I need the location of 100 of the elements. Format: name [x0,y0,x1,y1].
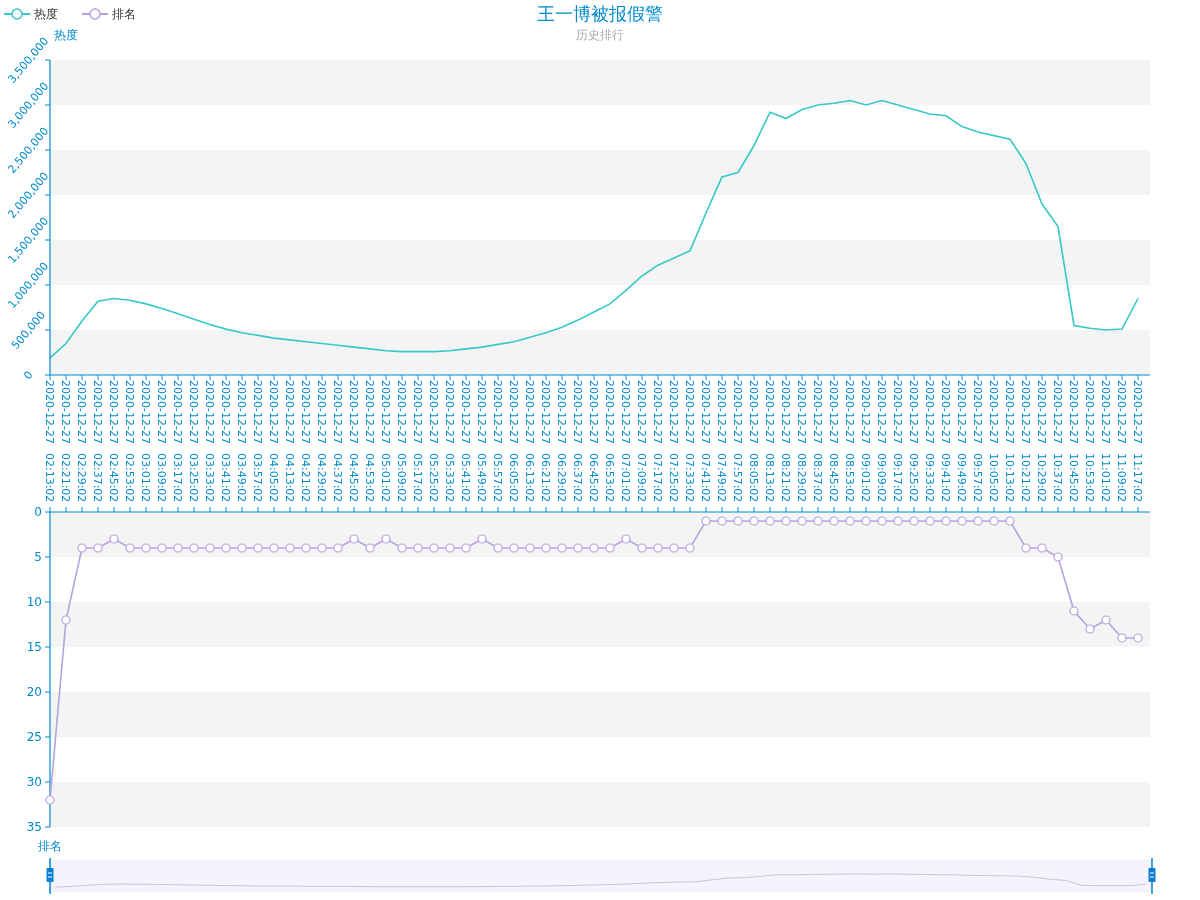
chart-title: 王一博被报假警 [537,2,663,26]
x-axis-label: 2020-12-27 06:53:02 [603,380,616,503]
x-axis-label: 2020-12-27 06:05:02 [507,380,520,503]
x-axis-label: 2020-12-27 10:37:02 [1051,380,1064,503]
x-axis-label: 2020-12-27 08:45:02 [827,380,840,503]
data-point [1021,543,1031,553]
data-point [621,534,631,544]
data-point [797,516,807,526]
x-axis-label: 2020-12-27 05:49:02 [475,380,488,503]
x-axis-label: 2020-12-27 06:21:02 [539,380,552,503]
data-point [493,543,503,553]
y-axis-label: 30 [26,775,42,789]
data-point [637,543,647,553]
data-point [733,516,743,526]
x-axis-label: 2020-12-27 04:05:02 [267,380,280,503]
x-axis-label: 2020-12-27 11:17:02 [1131,380,1144,503]
data-point [445,543,455,553]
x-axis-label: 2020-12-27 10:45:02 [1067,380,1080,503]
data-point [461,543,471,553]
x-axis-label: 2020-12-27 09:17:02 [891,380,904,503]
y-axis-label: 10 [26,595,42,609]
data-point [93,543,103,553]
data-point [253,543,263,553]
x-axis-label: 2020-12-27 08:53:02 [843,380,856,503]
data-point [125,543,135,553]
y-axis-label: 5 [34,550,42,564]
data-point [1133,633,1143,643]
data-point [477,534,487,544]
data-point [109,534,119,544]
y-axis-label: 0 [21,368,36,383]
x-axis-label: 2020-12-27 02:21:02 [59,380,72,503]
x-axis-label: 2020-12-27 09:33:02 [923,380,936,503]
x-axis-label: 2020-12-27 07:09:02 [635,380,648,503]
legend-label[interactable]: 排名 [112,4,136,23]
slider-handle[interactable] [46,858,54,894]
x-axis-label: 2020-12-27 10:13:02 [1003,380,1016,503]
data-point [877,516,887,526]
legend-line-icon[interactable] [4,6,30,21]
y-axis-label: 25 [26,730,42,744]
data-point [45,795,55,805]
x-axis-label: 2020-12-27 10:53:02 [1083,380,1096,503]
x-axis-label: 2020-12-27 08:37:02 [811,380,824,503]
x-axis-label: 2020-12-27 02:37:02 [91,380,104,503]
data-point [269,543,279,553]
y-axis-label: 15 [26,640,42,654]
x-axis-label: 2020-12-27 07:41:02 [699,380,712,503]
x-axis-label: 2020-12-27 09:41:02 [939,380,952,503]
x-axis-label: 2020-12-27 02:29:02 [75,380,88,503]
data-point [509,543,519,553]
x-axis-label: 2020-12-27 04:53:02 [363,380,376,503]
x-axis-label: 2020-12-27 05:17:02 [411,380,424,503]
legend-line-icon[interactable] [82,6,108,21]
data-point [1085,624,1095,634]
data-point [573,543,583,553]
data-point [1101,615,1111,625]
data-point [989,516,999,526]
x-axis-label: 2020-12-27 08:13:02 [763,380,776,503]
x-axis-label: 2020-12-27 08:29:02 [795,380,808,503]
y-axis-label: 0 [34,505,42,519]
data-point [205,543,215,553]
x-axis-label: 2020-12-27 06:45:02 [587,380,600,503]
y-axis-title: 排名 [37,838,62,855]
data-point [845,516,855,526]
x-axis-label: 2020-12-27 04:29:02 [315,380,328,503]
x-axis-label: 2020-12-27 05:33:02 [443,380,456,503]
data-point [717,516,727,526]
legend-label[interactable]: 热度 [34,4,58,23]
data-point [925,516,935,526]
x-axis-label: 2020-12-27 03:17:02 [171,380,184,503]
chart-subtitle: 历史排行 [576,27,624,44]
x-axis-label: 2020-12-27 09:49:02 [955,380,968,503]
x-axis-label: 2020-12-27 07:25:02 [667,380,680,503]
x-axis-label: 2020-12-27 02:45:02 [107,380,120,503]
data-point [413,543,423,553]
x-axis-label: 2020-12-27 05:25:02 [427,380,440,503]
x-axis-label: 2020-12-27 04:37:02 [331,380,344,503]
x-axis-label: 2020-12-27 05:41:02 [459,380,472,503]
data-point [1069,606,1079,616]
data-point [605,543,615,553]
x-axis-label: 2020-12-27 06:13:02 [523,380,536,503]
data-point [61,615,71,625]
x-axis-label: 2020-12-27 02:53:02 [123,380,136,503]
data-point [173,543,183,553]
x-axis-label: 2020-12-27 03:09:02 [155,380,168,503]
x-axis-label: 2020-12-27 11:09:02 [1115,380,1128,503]
x-axis-label: 2020-12-27 07:17:02 [651,380,664,503]
x-axis-label: 2020-12-27 10:05:02 [987,380,1000,503]
x-axis-label: 2020-12-27 07:57:02 [731,380,744,503]
x-axis-label: 2020-12-27 10:29:02 [1035,380,1048,503]
data-point [77,543,87,553]
x-axis-label: 2020-12-27 09:57:02 [971,380,984,503]
data-point [189,543,199,553]
x-axis-label: 2020-12-27 07:01:02 [619,380,632,503]
data-point [1117,633,1127,643]
data-point [1037,543,1047,553]
data-point [221,543,231,553]
y-axis-label: 35 [26,820,42,834]
x-axis-label: 2020-12-27 05:57:02 [491,380,504,503]
slider-handle[interactable] [1148,858,1156,894]
data-point [765,516,775,526]
